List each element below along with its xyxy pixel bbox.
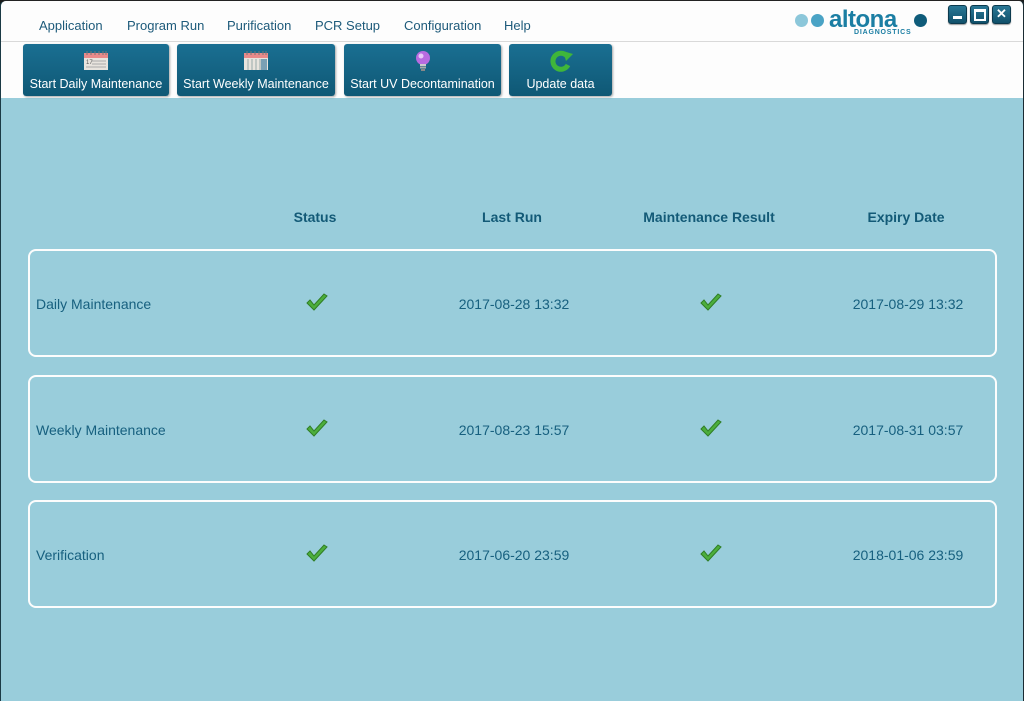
result-check-icon — [700, 293, 722, 311]
row-name: Verification — [36, 547, 105, 563]
last-run-value: 2017-08-28 13:32 — [458, 296, 570, 312]
menu-application[interactable]: Application — [39, 18, 103, 33]
header-maintenance-result: Maintenance Result — [643, 209, 775, 225]
table-row-verification: Verification 2017-06-20 23:59 2018-01-06… — [28, 500, 997, 608]
header-last-run: Last Run — [482, 209, 542, 225]
start-weekly-maintenance-label: Start Weekly Maintenance — [183, 77, 329, 91]
row-name: Daily Maintenance — [36, 296, 152, 312]
uv-lightbulb-icon — [415, 51, 430, 71]
app-window: Application Program Run Purification PCR… — [0, 0, 1024, 701]
row-name: Weekly Maintenance — [36, 422, 166, 438]
status-check-icon — [306, 293, 328, 311]
minimize-icon — [953, 16, 962, 19]
top-bar: Application Program Run Purification PCR… — [1, 1, 1023, 98]
menu-bar: Application Program Run Purification PCR… — [1, 1, 1023, 42]
table-row-daily-maintenance: Daily Maintenance 2017-08-28 13:32 2017-… — [28, 249, 997, 357]
update-data-label: Update data — [526, 77, 595, 91]
expiry-date-value: 2018-01-06 23:59 — [852, 547, 964, 563]
last-run-value: 2017-06-20 23:59 — [458, 547, 570, 563]
maximize-button[interactable] — [970, 5, 989, 24]
logo-dot-mid — [811, 14, 824, 27]
menu-program-run[interactable]: Program Run — [127, 18, 204, 33]
result-check-icon — [700, 544, 722, 562]
refresh-icon — [549, 50, 573, 72]
header-expiry-date: Expiry Date — [867, 209, 945, 225]
close-button[interactable]: ✕ — [992, 5, 1011, 24]
calendar-daily-icon: 17 — [84, 51, 108, 70]
logo-dot-dark — [914, 14, 927, 27]
maximize-icon — [973, 9, 986, 21]
menu-configuration[interactable]: Configuration — [404, 18, 481, 33]
last-run-value: 2017-08-23 15:57 — [458, 422, 570, 438]
menu-help[interactable]: Help — [504, 18, 531, 33]
expiry-date-value: 2017-08-29 13:32 — [852, 296, 964, 312]
start-uv-decontamination-label: Start UV Decontamination — [350, 77, 495, 91]
altona-logo: altona DIAGNOSTICS — [793, 6, 933, 38]
expiry-date-value: 2017-08-31 03:57 — [852, 422, 964, 438]
logo-subtitle: DIAGNOSTICS — [854, 29, 912, 36]
minimize-button[interactable] — [948, 5, 967, 24]
start-weekly-maintenance-button[interactable]: Start Weekly Maintenance — [177, 44, 335, 96]
start-daily-maintenance-label: Start Daily Maintenance — [29, 77, 163, 91]
table-row-weekly-maintenance: Weekly Maintenance 2017-08-23 15:57 2017… — [28, 375, 997, 483]
update-data-button[interactable]: Update data — [509, 44, 612, 96]
svg-text:17: 17 — [86, 60, 93, 66]
status-check-icon — [306, 419, 328, 437]
result-check-icon — [700, 419, 722, 437]
menu-pcr-setup[interactable]: PCR Setup — [315, 18, 380, 33]
status-check-icon — [306, 544, 328, 562]
logo-dot-light — [795, 14, 808, 27]
menu-purification[interactable]: Purification — [227, 18, 291, 33]
header-status: Status — [293, 209, 337, 225]
start-uv-decontamination-button[interactable]: Start UV Decontamination — [344, 44, 501, 96]
calendar-weekly-icon — [244, 51, 268, 70]
start-daily-maintenance-button[interactable]: 17 Start Daily Maintenance — [23, 44, 169, 96]
close-icon: ✕ — [996, 6, 1007, 21]
